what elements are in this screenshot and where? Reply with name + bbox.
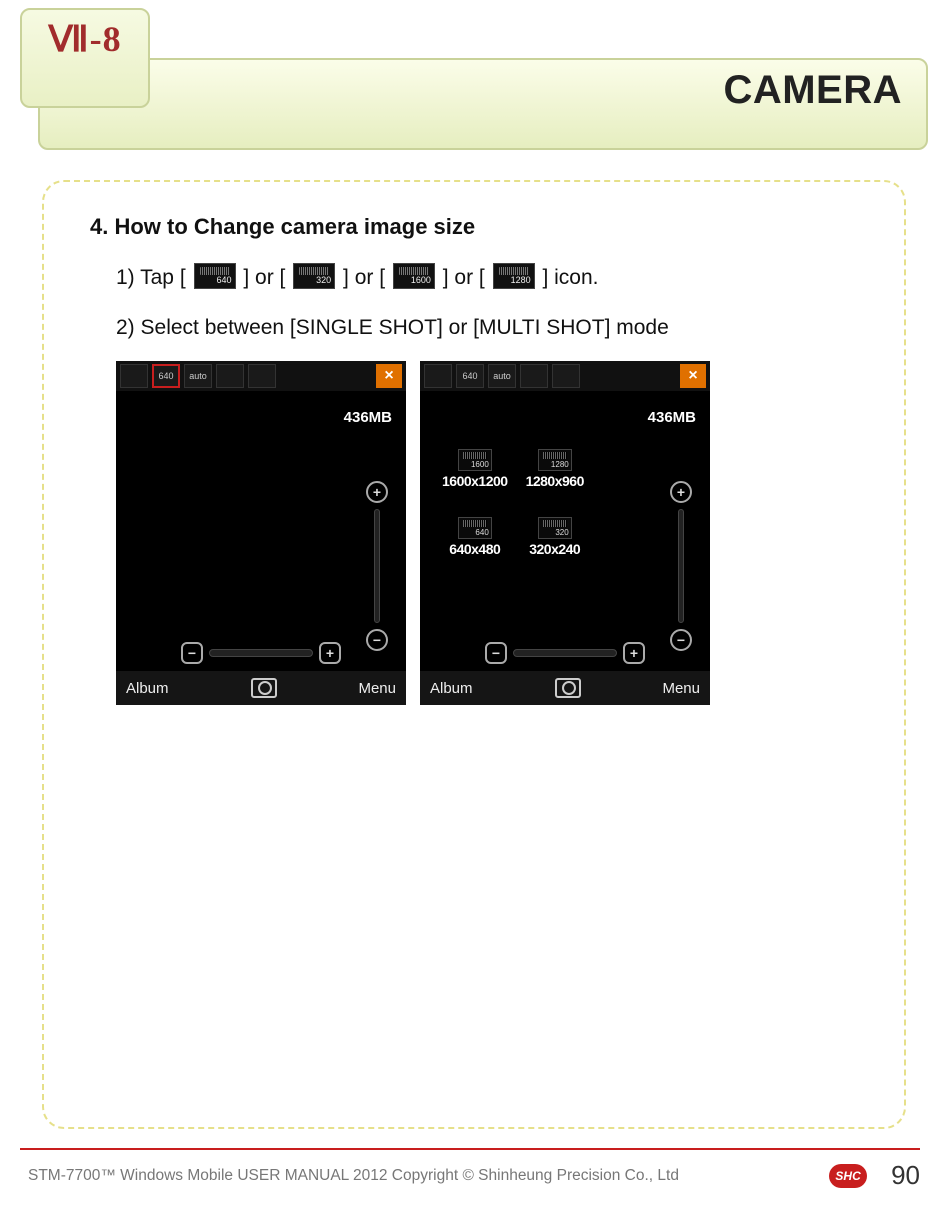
size-640-icon: 640: [458, 517, 492, 539]
camera-toolbar: 640 auto ×: [116, 361, 406, 391]
zoom-slider[interactable]: + −: [670, 481, 692, 651]
brightness-plus-button[interactable]: +: [319, 642, 341, 664]
shc-badge: SHC: [829, 1164, 867, 1188]
size-320-icon: 320: [293, 263, 335, 289]
resolution-label: 1600x1200: [442, 473, 508, 489]
toolbar-settings-icon[interactable]: [248, 364, 276, 388]
zoom-slider[interactable]: + −: [366, 481, 388, 651]
brightness-minus-button[interactable]: −: [485, 642, 507, 664]
zoom-out-button[interactable]: −: [366, 629, 388, 651]
resolution-320x240[interactable]: 320 320x240: [526, 517, 584, 557]
resolution-640x480[interactable]: 640 640x480: [442, 517, 508, 557]
resolution-label: 320x240: [529, 541, 580, 557]
step1-suffix: ] icon.: [542, 266, 598, 289]
step1-sep-3: ] or [: [443, 266, 485, 289]
menu-button[interactable]: Menu: [358, 680, 396, 697]
resolution-1280x960[interactable]: 1280 1280x960: [526, 449, 584, 489]
brightness-track[interactable]: [209, 649, 313, 657]
storage-label: 436MB: [648, 409, 696, 426]
close-button[interactable]: ×: [376, 364, 402, 388]
camera-bottom-bar: Album Menu: [420, 671, 710, 705]
brightness-minus-button[interactable]: −: [181, 642, 203, 664]
storage-label: 436MB: [344, 409, 392, 426]
zoom-track[interactable]: [678, 509, 684, 623]
toolbar-wb-icon[interactable]: auto: [488, 364, 516, 388]
size-1600-icon: 1600: [393, 263, 435, 289]
step-2: 2) Select between [SINGLE SHOT] or [MULT…: [116, 312, 864, 344]
zoom-in-button[interactable]: +: [366, 481, 388, 503]
toolbar-camera-icon[interactable]: [120, 364, 148, 388]
toolbar-fx-icon[interactable]: [216, 364, 244, 388]
phone-screenshot-1: 640 auto × 436MB + − − + Album Men: [116, 361, 406, 705]
toolbar-camera-icon[interactable]: [424, 364, 452, 388]
step-1: 1) Tap [ 640 ] or [ 320 ] or [ 1600 ] or…: [116, 262, 864, 294]
close-button[interactable]: ×: [680, 364, 706, 388]
size-1280-icon: 1280: [538, 449, 572, 471]
album-button[interactable]: Album: [126, 680, 169, 697]
phone-screenshot-2: 640 auto × 436MB 1600 1600x1200 1280 128…: [420, 361, 710, 705]
content-panel: 4. How to Change camera image size 1) Ta…: [42, 180, 906, 1129]
page-number: 90: [891, 1160, 920, 1191]
title-bar: CAMERA: [38, 58, 928, 150]
brightness-track[interactable]: [513, 649, 617, 657]
resolution-1600x1200[interactable]: 1600 1600x1200: [442, 449, 508, 489]
brightness-slider[interactable]: − +: [181, 641, 341, 665]
zoom-track[interactable]: [374, 509, 380, 623]
brightness-slider[interactable]: − +: [485, 641, 645, 665]
resolution-grid: 1600 1600x1200 1280 1280x960 640 640x480…: [442, 449, 584, 557]
shutter-icon[interactable]: [555, 678, 581, 698]
resolution-label: 640x480: [449, 541, 500, 557]
toolbar-fx-icon[interactable]: [520, 364, 548, 388]
page-footer: STM-7700™ Windows Mobile USER MANUAL 201…: [20, 1148, 920, 1191]
chapter-number: Ⅶ-8: [48, 18, 121, 60]
toolbar-size-icon[interactable]: 640: [456, 364, 484, 388]
step1-prefix: 1) Tap [: [116, 266, 186, 289]
camera-bottom-bar: Album Menu: [116, 671, 406, 705]
resolution-label: 1280x960: [526, 473, 584, 489]
toolbar-wb-icon[interactable]: auto: [184, 364, 212, 388]
section-heading: 4. How to Change camera image size: [90, 214, 864, 240]
zoom-out-button[interactable]: −: [670, 629, 692, 651]
menu-button[interactable]: Menu: [662, 680, 700, 697]
page-title: CAMERA: [723, 68, 902, 113]
album-button[interactable]: Album: [430, 680, 473, 697]
brightness-plus-button[interactable]: +: [623, 642, 645, 664]
shutter-icon[interactable]: [251, 678, 277, 698]
toolbar-size-icon[interactable]: 640: [152, 364, 180, 388]
chapter-tab: Ⅶ-8: [20, 8, 150, 108]
size-640-icon: 640: [194, 263, 236, 289]
size-1600-icon: 1600: [458, 449, 492, 471]
step1-sep-1: ] or [: [243, 266, 285, 289]
step1-sep-2: ] or [: [343, 266, 385, 289]
screenshots-row: 640 auto × 436MB + − − + Album Men: [116, 361, 864, 705]
zoom-in-button[interactable]: +: [670, 481, 692, 503]
size-1280-icon: 1280: [493, 263, 535, 289]
footer-text: STM-7700™ Windows Mobile USER MANUAL 201…: [20, 1167, 819, 1185]
toolbar-settings-icon[interactable]: [552, 364, 580, 388]
size-320-icon: 320: [538, 517, 572, 539]
camera-toolbar: 640 auto ×: [420, 361, 710, 391]
